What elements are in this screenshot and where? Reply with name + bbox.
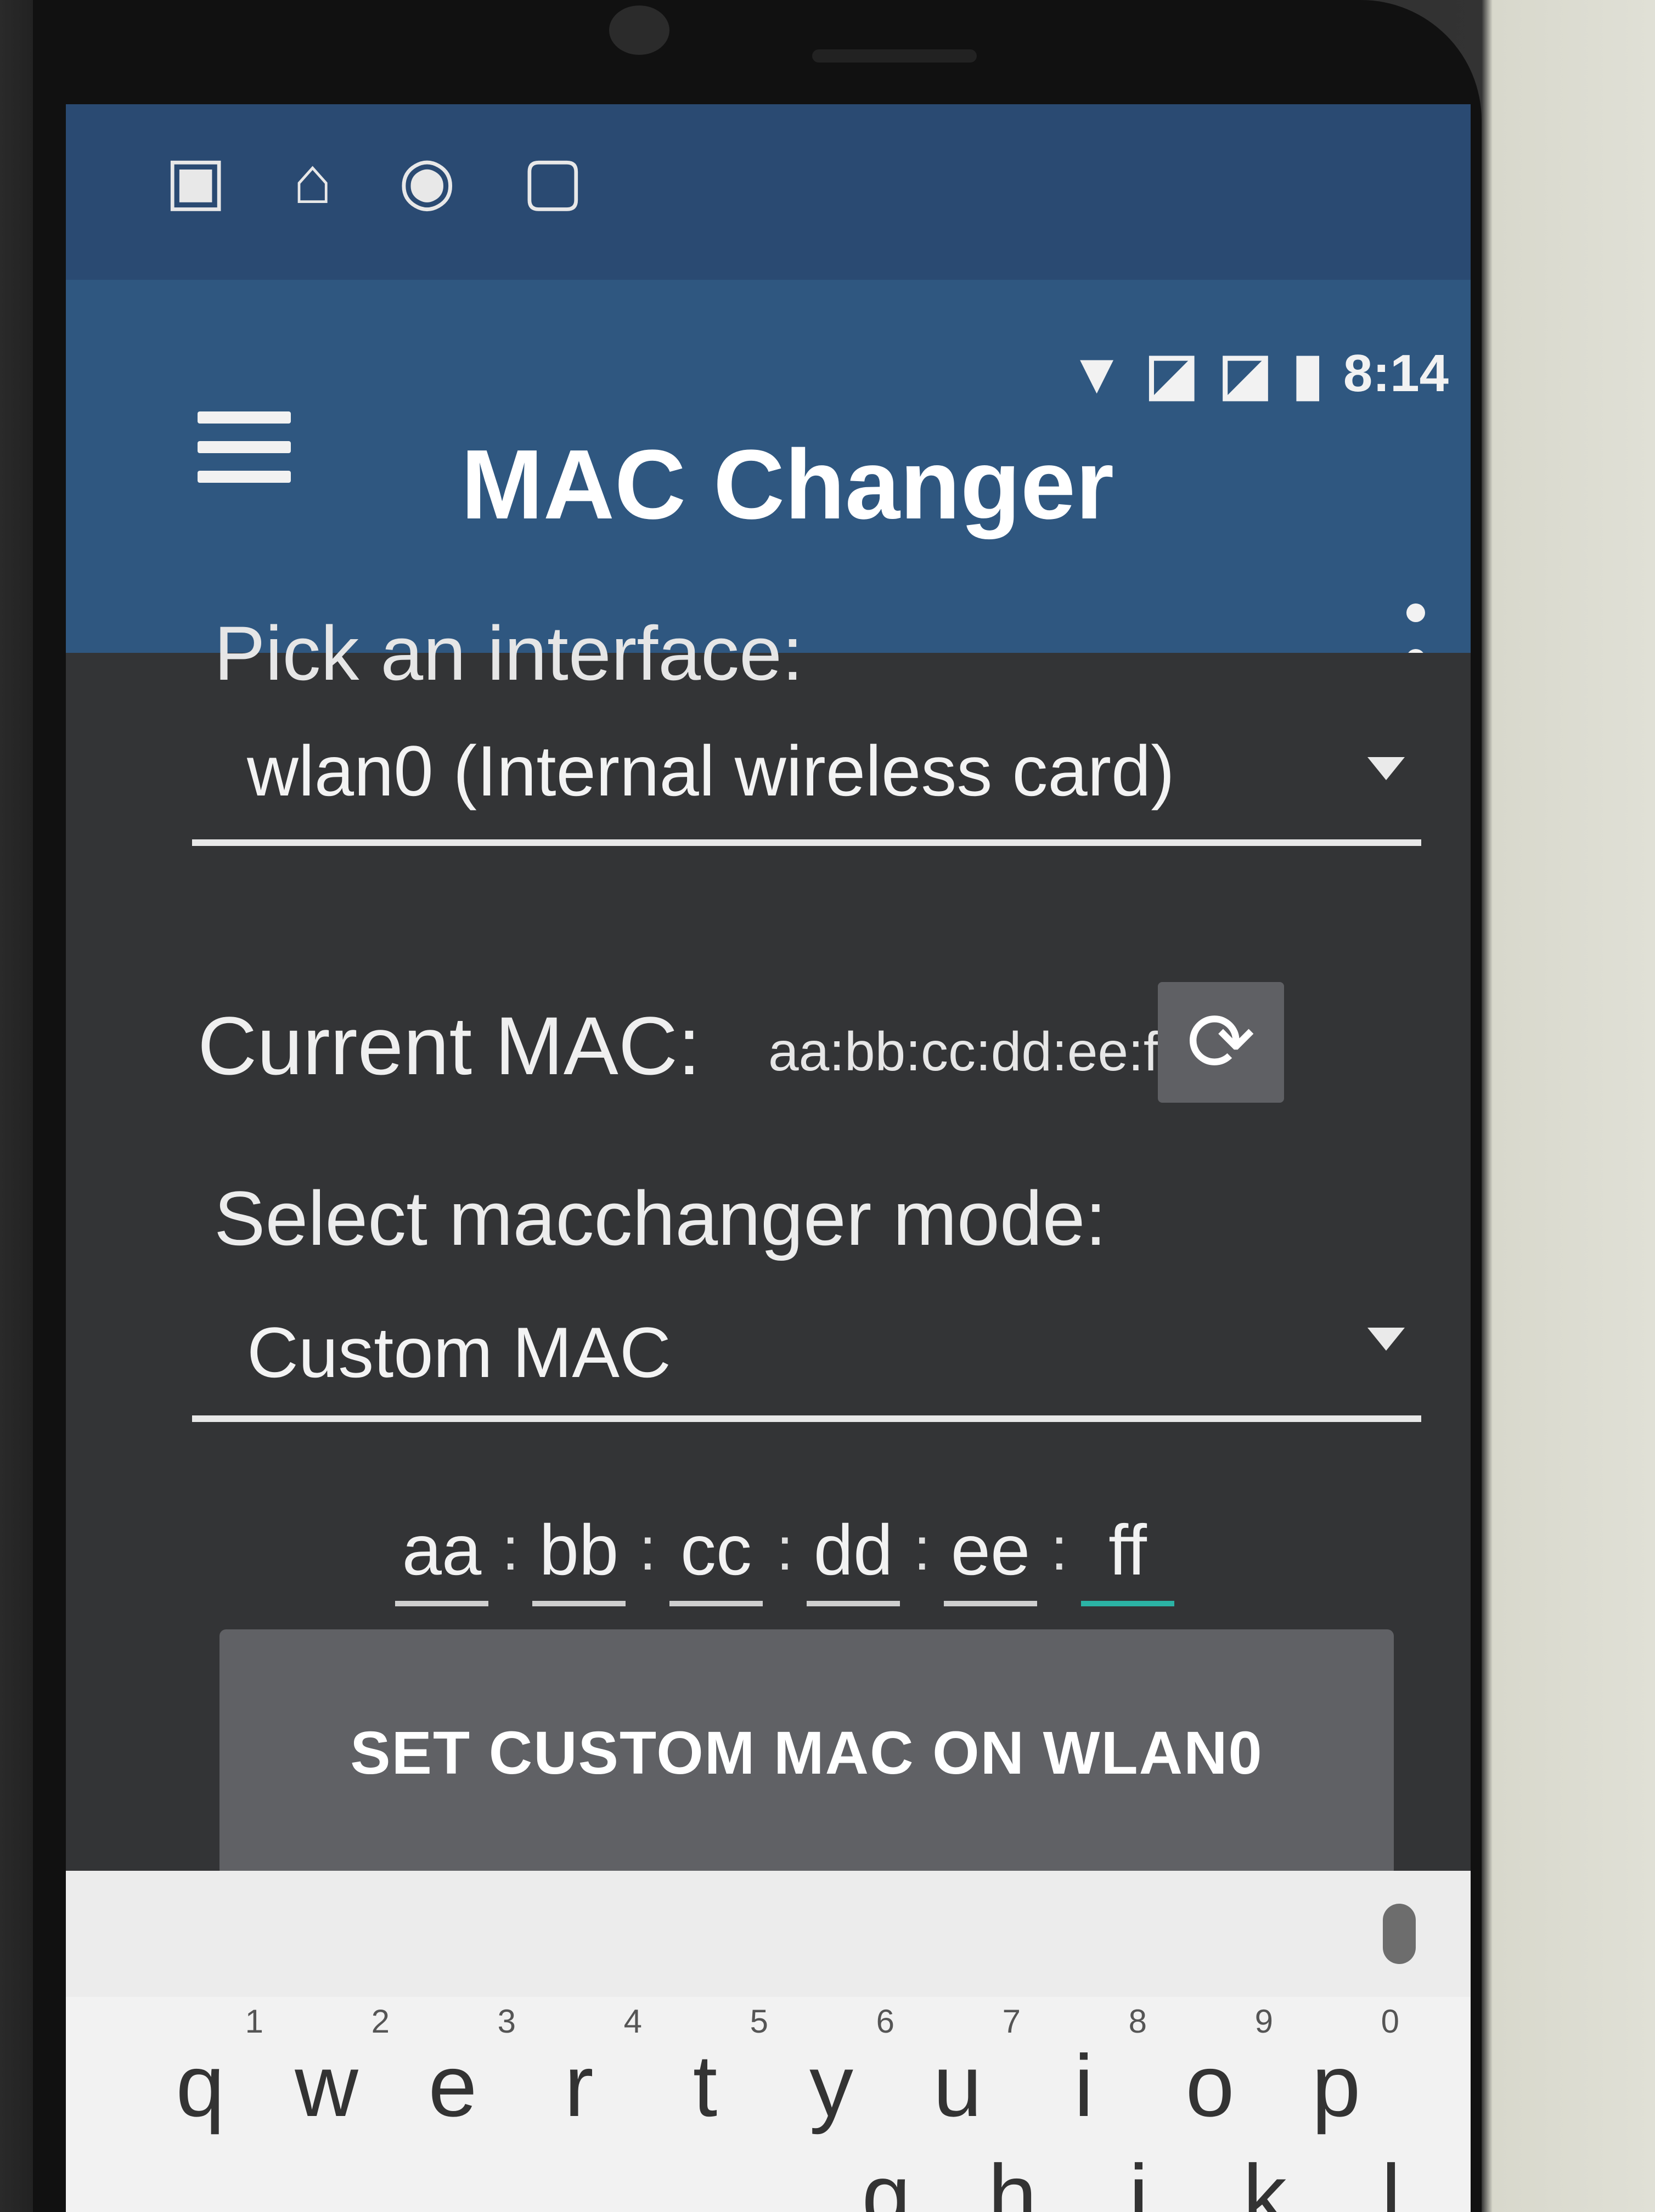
status-icons-left: ▣ ⌂ ◉ ▢ <box>165 143 584 219</box>
soft-keyboard: 1q2w3e4r5t6y7u8i9o0p ghjkl <box>66 1871 1471 2212</box>
hamburger-menu-icon[interactable] <box>198 411 291 483</box>
owl-icon: ◉ <box>398 144 456 217</box>
microphone-icon[interactable] <box>1383 1904 1416 1964</box>
key-number-hint: 0 <box>1381 2003 1399 2040</box>
key-letter: k <box>1243 2146 1287 2212</box>
refresh-button[interactable]: ⟳ <box>1158 982 1284 1103</box>
key-number-hint: 1 <box>245 2003 263 2040</box>
key-o[interactable]: 9o <box>1147 2003 1274 2136</box>
key-k[interactable]: k <box>1202 2145 1328 2212</box>
key-letter: p <box>1311 2036 1361 2135</box>
key-number-hint: 3 <box>497 2003 516 2040</box>
chevron-down-icon <box>1367 1328 1405 1351</box>
mode-spinner[interactable]: Custom MAC <box>192 1273 1421 1422</box>
key-i[interactable]: 8i <box>1021 2003 1147 2136</box>
wifi-icon: ▼ <box>1068 341 1125 405</box>
app-title: MAC Changer <box>461 430 1114 540</box>
set-custom-mac-button[interactable]: SET CUSTOM MAC ON WLAN0 <box>219 1629 1394 1876</box>
key-letter: w <box>295 2036 358 2135</box>
battery-icon: ▮ <box>1292 342 1324 406</box>
key-number-hint: 2 <box>371 2003 390 2040</box>
key-letter: h <box>988 2146 1037 2212</box>
earpiece <box>812 49 977 63</box>
mode-selected: Custom MAC <box>247 1312 671 1392</box>
interface-label: Pick an interface: <box>214 610 803 696</box>
key-letter: y <box>809 2036 853 2135</box>
key-number-hint: 9 <box>1254 2003 1273 2040</box>
notification-icon: ⌂ <box>292 144 333 217</box>
current-mac-value: aa:bb:cc:dd:ee:ff <box>768 1021 1173 1082</box>
octet-separator: : <box>639 1515 656 1583</box>
app-bar: ▼ ◪ ◪ ▮ 8:14 MAC Changer <box>66 280 1471 713</box>
key-letter: u <box>933 2036 982 2135</box>
key-number-hint: 6 <box>876 2003 894 2040</box>
interface-spinner[interactable]: wlan0 (Internal wireless card) <box>192 697 1421 846</box>
key-h[interactable]: h <box>949 2145 1076 2212</box>
octet-field-1[interactable]: aa <box>395 1509 488 1606</box>
key-letter: r <box>564 2036 594 2135</box>
octet-separator: : <box>776 1515 793 1583</box>
interface-selected: wlan0 (Internal wireless card) <box>247 731 1175 811</box>
key-letter: g <box>862 2146 911 2212</box>
octet-field-3[interactable]: cc <box>669 1509 763 1606</box>
custom-mac-input: aa : bb : cc : dd : ee : ff <box>395 1509 1273 1618</box>
current-mac-row: Current MAC: aa:bb:cc:dd:ee:ff ⟳ <box>198 982 1405 1114</box>
no-sim-icon: ◪ <box>1218 342 1273 406</box>
key-letter: l <box>1381 2146 1401 2212</box>
key-e[interactable]: 3e <box>390 2003 516 2136</box>
phone-frame: ▣ ⌂ ◉ ▢ ▼ ◪ ◪ ▮ 8:14 MAC Changer Pick an… <box>33 0 1482 2212</box>
key-r[interactable]: 4r <box>516 2003 642 2136</box>
key-q[interactable]: 1q <box>137 2003 264 2136</box>
status-bar: ▣ ⌂ ◉ ▢ <box>66 104 1471 280</box>
key-j[interactable]: j <box>1076 2145 1202 2212</box>
front-camera <box>609 5 669 55</box>
key-letter: j <box>1129 2146 1149 2212</box>
octet-field-2[interactable]: bb <box>532 1509 626 1606</box>
octet-separator: : <box>502 1515 519 1583</box>
key-number-hint: 4 <box>623 2003 642 2040</box>
current-mac-label: Current MAC: <box>198 1000 701 1092</box>
status-icons-right: ▼ ◪ ◪ ▮ 8:14 <box>1068 340 1449 407</box>
refresh-icon: ⟳ <box>1186 996 1256 1088</box>
key-w[interactable]: 2w <box>263 2003 390 2136</box>
octet-separator: : <box>1051 1515 1068 1583</box>
key-l[interactable]: l <box>1328 2145 1454 2212</box>
sim-card-icon: ▣ <box>165 144 227 217</box>
key-y[interactable]: 6y <box>768 2003 894 2136</box>
mode-label: Select macchanger mode: <box>214 1175 1107 1261</box>
key-p[interactable]: 0p <box>1273 2003 1400 2136</box>
no-sim-icon: ◪ <box>1145 342 1199 406</box>
octet-field-6[interactable]: ff <box>1081 1509 1174 1606</box>
octet-separator: : <box>914 1515 931 1583</box>
screen: ▣ ⌂ ◉ ▢ ▼ ◪ ◪ ▮ 8:14 MAC Changer Pick an… <box>66 104 1471 2212</box>
clock: 8:14 <box>1343 344 1449 403</box>
key-letter: q <box>176 2036 225 2135</box>
keyboard-suggestion-bar <box>66 1871 1471 1997</box>
key-number-hint: 7 <box>1002 2003 1021 2040</box>
main-content: Pick an interface: wlan0 (Internal wirel… <box>66 610 1471 1893</box>
key-u[interactable]: 7u <box>894 2003 1021 2136</box>
key-g[interactable]: g <box>823 2145 949 2212</box>
key-number-hint: 8 <box>1128 2003 1147 2040</box>
key-letter: t <box>693 2036 718 2135</box>
key-t[interactable]: 5t <box>642 2003 768 2136</box>
key-letter: o <box>1185 2036 1235 2135</box>
screenshot-icon: ▢ <box>521 144 584 217</box>
chevron-down-icon <box>1367 757 1405 780</box>
octet-field-4[interactable]: dd <box>807 1509 900 1606</box>
key-number-hint: 5 <box>750 2003 768 2040</box>
octet-field-5[interactable]: ee <box>944 1509 1037 1606</box>
key-letter: i <box>1074 2036 1094 2135</box>
key-letter: e <box>428 2036 477 2135</box>
